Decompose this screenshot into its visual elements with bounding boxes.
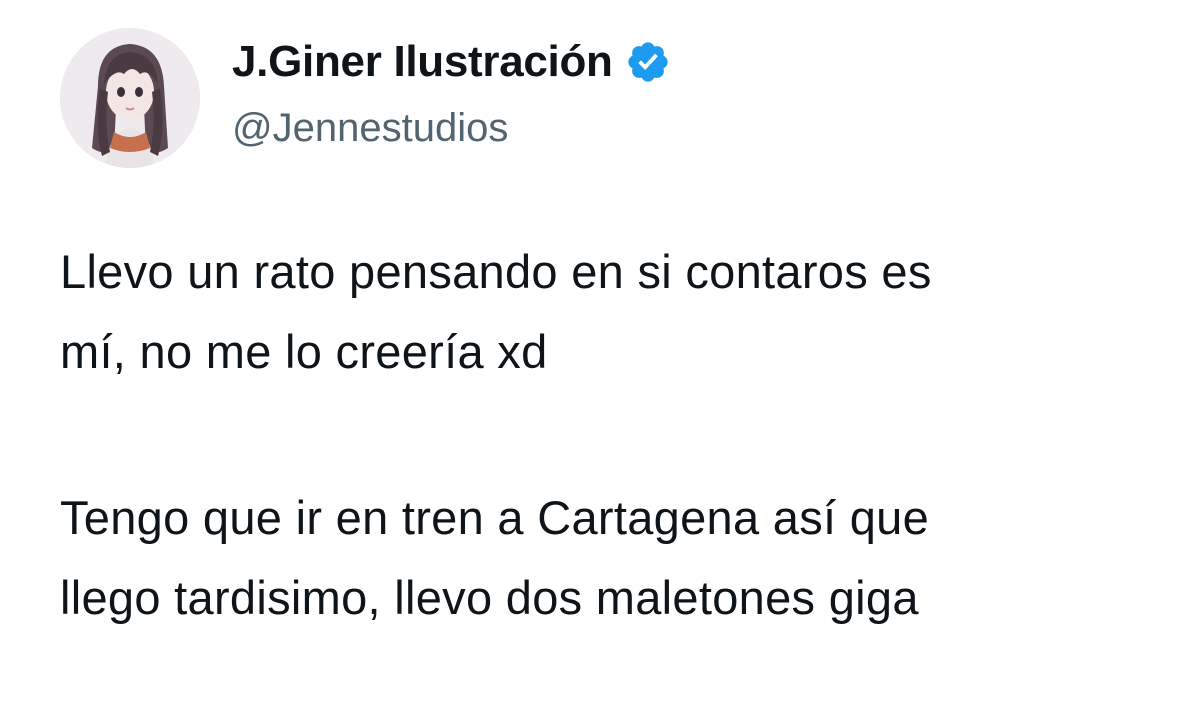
tweet-text-line: Llevo un rato pensando en si contaros es (60, 245, 932, 298)
tweet-text-line: llego tardisimo, llevo dos maletones gig… (60, 571, 919, 624)
tweet-card: J.Giner Ilustración @Jennestudios Llevo … (0, 0, 1200, 720)
author-display-name[interactable]: J.Giner Ilustración (232, 37, 613, 87)
paragraph-break (60, 392, 1200, 478)
verified-badge-icon (625, 39, 671, 85)
tweet-text-line: mí, no me lo creería xd (60, 325, 548, 378)
author-name-row: J.Giner Ilustración (232, 34, 671, 90)
author-avatar[interactable] (60, 28, 200, 168)
author-handle[interactable]: @Jennestudios (232, 106, 508, 151)
tweet-text: Llevo un rato pensando en si contaros es… (60, 232, 1200, 638)
tweet-text-line: Tengo que ir en tren a Cartagena así que (60, 491, 930, 544)
avatar-illustration (60, 28, 200, 168)
